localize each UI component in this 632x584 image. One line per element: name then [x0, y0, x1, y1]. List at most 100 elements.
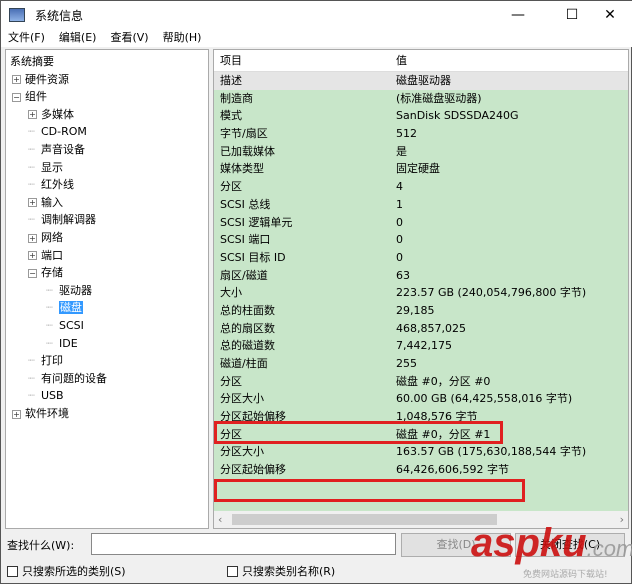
- only-selected-checkbox[interactable]: 只搜索所选的类别(S): [7, 563, 126, 579]
- item-cell: SCSI 逻辑单元: [220, 215, 293, 229]
- expand-icon[interactable]: +: [28, 110, 37, 120]
- checkbox-box[interactable]: [7, 565, 18, 577]
- expand-icon[interactable]: +: [12, 75, 21, 85]
- tree-item-label: USB: [41, 389, 64, 403]
- value-cell: 29,185: [396, 303, 435, 317]
- table-row[interactable]: 总的柱面数 29,185: [214, 302, 628, 320]
- table-row[interactable]: 制造商 (标准磁盘驱动器): [214, 90, 628, 108]
- tree-item[interactable]: ┈ 磁盘: [46, 299, 83, 316]
- table-row[interactable]: 描述 磁盘驱动器: [214, 72, 628, 90]
- table-row[interactable]: 总的扇区数 468,857,025: [214, 320, 628, 338]
- tree-item[interactable]: + 软件环境: [12, 405, 69, 422]
- table-row[interactable]: 分区大小 60.00 GB (64,425,558,016 字节): [214, 390, 628, 408]
- table-row[interactable]: SCSI 目标 ID 0: [214, 249, 628, 267]
- category-tree[interactable]: 系统摘要 + 硬件资源 − 组件 + 多媒体 ┈ CD-ROM ┈ 声音设备 ┈ 显示 ┈ 红外线 + 输入 ┈ 调…: [5, 49, 209, 529]
- table-row[interactable]: SCSI 总线 1: [214, 196, 628, 214]
- tree-line-icon: ┈: [28, 160, 35, 174]
- value-cell: 64,426,606,592 字节: [396, 463, 509, 477]
- tree-item[interactable]: ┈ SCSI: [46, 317, 84, 334]
- expand-icon[interactable]: +: [28, 233, 37, 243]
- menu-file[interactable]: 文件(F): [1, 29, 52, 47]
- value-cell: 0: [396, 233, 403, 247]
- menu-bar: 文件(F) 编辑(E) 查看(V) 帮助(H): [1, 29, 632, 47]
- table-row[interactable]: 大小 223.57 GB (240,054,796,800 字节): [214, 284, 628, 302]
- value-cell: 4: [396, 180, 403, 194]
- scroll-left-icon[interactable]: ‹: [218, 513, 222, 526]
- tree-item[interactable]: − 组件: [12, 88, 47, 105]
- column-header-item[interactable]: 项目: [214, 50, 390, 71]
- tree-item-label: IDE: [59, 336, 78, 350]
- table-row[interactable]: SCSI 逻辑单元 0: [214, 214, 628, 232]
- tree-item[interactable]: + 端口: [28, 247, 63, 264]
- tree-item[interactable]: + 多媒体: [28, 106, 74, 123]
- expand-icon[interactable]: +: [12, 409, 21, 419]
- tree-line-icon: ┈: [46, 283, 53, 297]
- only-names-checkbox[interactable]: 只搜索类别名称(R): [227, 563, 335, 579]
- minimize-button[interactable]: —: [495, 1, 541, 29]
- find-input[interactable]: [91, 533, 396, 555]
- tree-item[interactable]: ┈ IDE: [46, 335, 78, 352]
- tree-item[interactable]: − 存储: [28, 264, 63, 281]
- table-row[interactable]: 分区起始偏移 64,426,606,592 字节: [214, 461, 628, 479]
- tree-item[interactable]: ┈ 驱动器: [46, 282, 92, 299]
- column-header-value[interactable]: 值: [390, 50, 407, 71]
- tree-item[interactable]: ┈ 声音设备: [28, 141, 85, 158]
- close-button[interactable]: ✕: [587, 1, 632, 29]
- checkbox-label: 只搜索所选的类别(S): [22, 565, 126, 578]
- table-row[interactable]: 分区大小 163.57 GB (175,630,188,544 字节): [214, 443, 628, 461]
- table-row[interactable]: SCSI 端口 0: [214, 231, 628, 249]
- tree-item-label: 输入: [41, 195, 63, 209]
- tree-item-label: 调制解调器: [41, 213, 96, 227]
- details-table: 项目 值 描述 磁盘驱动器 制造商 (标准磁盘驱动器) 模式 SanDisk SDSSDA…: [213, 49, 629, 529]
- tree-item[interactable]: + 网络: [28, 229, 63, 246]
- tree-item-label: CD-ROM: [41, 125, 87, 139]
- menu-edit[interactable]: 编辑(E): [52, 29, 104, 47]
- value-cell: 223.57 GB (240,054,796,800 字节): [396, 286, 587, 300]
- tree-line-icon: ┈: [46, 336, 53, 350]
- table-row[interactable]: 磁道/柱面 255: [214, 355, 628, 373]
- tree-item-label: 软件环境: [25, 407, 69, 420]
- item-cell: SCSI 目标 ID: [220, 250, 286, 264]
- collapse-icon[interactable]: −: [28, 268, 37, 278]
- expand-icon[interactable]: +: [28, 198, 37, 208]
- item-cell: 描述: [220, 74, 242, 87]
- highlight-box: [214, 421, 503, 444]
- collapse-icon[interactable]: −: [12, 92, 21, 102]
- table-row[interactable]: 总的磁道数 7,442,175: [214, 337, 628, 355]
- table-row[interactable]: 分区 4: [214, 178, 628, 196]
- item-cell: 媒体类型: [220, 162, 264, 176]
- tree-item[interactable]: ┈ 有问题的设备: [28, 370, 107, 387]
- table-row[interactable]: 字节/扇区 512: [214, 125, 628, 143]
- value-cell: 163.57 GB (175,630,188,544 字节): [396, 445, 587, 459]
- tree-item[interactable]: ┈ 打印: [28, 352, 63, 369]
- tree-item-label: 端口: [41, 248, 63, 262]
- scroll-thumb[interactable]: [232, 514, 497, 525]
- item-cell: 字节/扇区: [220, 127, 268, 141]
- table-row[interactable]: 模式 SanDisk SDSSDA240G: [214, 107, 628, 125]
- table-row[interactable]: 分区 磁盘 #0，分区 #0: [214, 373, 628, 391]
- tree-item-label: 红外线: [41, 178, 74, 192]
- tree-item-label: 有问题的设备: [41, 371, 107, 385]
- tree-item[interactable]: + 输入: [28, 194, 63, 211]
- tree-line-icon: ┈: [28, 213, 35, 227]
- checkbox-box[interactable]: [227, 565, 238, 577]
- item-cell: 分区: [220, 180, 242, 194]
- menu-help[interactable]: 帮助(H): [156, 29, 209, 47]
- item-cell: 分区: [220, 374, 242, 388]
- tree-item[interactable]: ┈ 显示: [28, 159, 63, 176]
- tree-item[interactable]: ┈ 红外线: [28, 176, 74, 193]
- menu-view[interactable]: 查看(V): [103, 29, 155, 47]
- tree-item[interactable]: ┈ USB: [28, 387, 64, 404]
- tree-item[interactable]: ┈ CD-ROM: [28, 123, 87, 140]
- item-cell: SCSI 总线: [220, 197, 271, 211]
- table-row[interactable]: 已加载媒体 是: [214, 143, 628, 161]
- item-cell: 总的扇区数: [220, 321, 275, 335]
- tree-item[interactable]: + 硬件资源: [12, 71, 69, 88]
- tree-item-label: 组件: [25, 90, 47, 104]
- table-row[interactable]: 媒体类型 固定硬盘: [214, 160, 628, 178]
- expand-icon[interactable]: +: [28, 251, 37, 261]
- tree-item[interactable]: ┈ 调制解调器: [28, 211, 96, 228]
- title-bar: 系统信息 — ☐ ✕: [1, 1, 632, 29]
- table-row[interactable]: 扇区/磁道 63: [214, 267, 628, 285]
- tree-item[interactable]: 系统摘要: [10, 53, 54, 70]
